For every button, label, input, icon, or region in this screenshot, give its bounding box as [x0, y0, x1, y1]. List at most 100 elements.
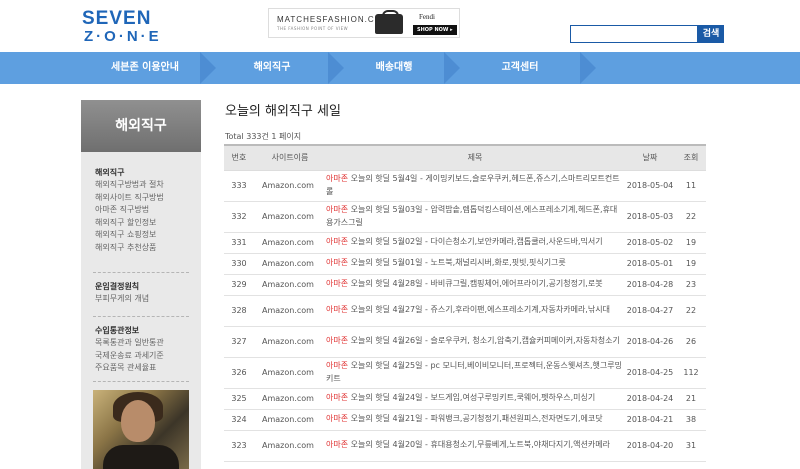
row-subject-link[interactable]: 아마존 오늘의 핫딜 4월28일 - 바비큐그릴,캠핑체어,에어프라이기,공기청…: [326, 274, 624, 296]
row-title: 오늘의 핫딜 5월03일 - 압력밥솥,렙톱덕킹스테이션,에스프레소기계,헤드폰…: [326, 205, 618, 227]
sidebar-item[interactable]: 주요품목 관세율표: [95, 362, 190, 375]
row-subject-link[interactable]: 아마존 오늘의 핫딜 4월26일 - 슬로우쿠커, 청소기,압축기,캡슐커피메이…: [326, 326, 624, 358]
sidebar-item[interactable]: 해외직구 쇼핑정보: [95, 229, 190, 242]
row-date: 2018-04-25: [624, 357, 676, 389]
main-nav: 세븐존 이용안내 해외직구 배송대행 고객센터: [0, 52, 800, 84]
row-shop-name: 아마존: [326, 393, 349, 403]
row-shop-name: 아마존: [326, 279, 349, 289]
row-date: 2018-04-27: [624, 295, 676, 327]
row-subject-link[interactable]: 아마존 오늘의 핫딜 4월20일 - 휴대용청소기,무릎베게,노트북,야채다지기…: [326, 430, 624, 462]
row-title: 오늘의 핫딜 4월25일 - pc 모니터,베이비모니터,프로젝터,운동스웻셔츠…: [326, 361, 622, 383]
row-site: Amazon.com: [254, 357, 326, 389]
table-row[interactable]: 326 Amazon.com 아마존 오늘의 핫딜 4월25일 - pc 모니터,베…: [224, 357, 706, 389]
row-views: 23: [676, 274, 706, 296]
sidebar-heading[interactable]: 해외직구: [95, 166, 190, 179]
row-number: 328: [224, 295, 254, 327]
table-row[interactable]: 328 Amazon.com 아마존 오늘의 핫딜 4월27일 - 쥬스기,후라이팬…: [224, 295, 706, 327]
row-number: 327: [224, 326, 254, 358]
table-row[interactable]: 331 Amazon.com 아마존 오늘의 핫딜 5월02일 - 다이슨청소기,보…: [224, 232, 706, 254]
sidebar-ad-image[interactable]: [93, 390, 189, 469]
row-date: 2018-04-28: [624, 274, 676, 296]
sidebar-item[interactable]: 국제운송료 과세기준: [95, 350, 190, 363]
logo-top-text: SEVEN: [82, 8, 152, 29]
sidebar-item[interactable]: 해외직구 할인정보: [95, 217, 190, 230]
table-row[interactable]: 325 Amazon.com 아마존 오늘의 핫딜 4월24일 - 보드게임,여성구…: [224, 388, 706, 410]
sidebar-item[interactable]: 부피무게의 개념: [95, 293, 190, 306]
row-site: Amazon.com: [254, 430, 326, 462]
row-subject-link[interactable]: 아마존 오늘의 핫딜 4월21일 - 파워뱅크,공기청정기,패션원피스,전자면도…: [326, 409, 624, 431]
sidebar-item[interactable]: 해외사이트 직구방법: [95, 192, 190, 205]
row-subject-link[interactable]: 아마존 오늘의 핫딜 4월25일 - pc 모니터,베이비모니터,프로젝터,운동…: [326, 357, 624, 389]
row-number: 323: [224, 430, 254, 462]
row-shop-name: 아마존: [326, 440, 349, 450]
table-row[interactable]: 329 Amazon.com 아마존 오늘의 핫딜 4월28일 - 바비큐그릴,캠핑…: [224, 274, 706, 296]
nav-item-shipping[interactable]: 배송대행: [344, 52, 444, 84]
row-subject-link[interactable]: 아마존 오늘의 핫딜 5월03일 - 압력밥솥,렙톱덕킹스테이션,에스프레소기계…: [326, 201, 624, 233]
nav-separator: [200, 52, 216, 84]
table-row[interactable]: 327 Amazon.com 아마존 오늘의 핫딜 4월26일 - 슬로우쿠커, 청…: [224, 326, 706, 358]
row-shop-name: 아마존: [326, 305, 349, 315]
sidebar-item[interactable]: 목록통관과 일반통관: [95, 337, 190, 350]
sidebar-group-customs: 수입통관정보 목록통관과 일반통관 국제운송료 과세기준 주요품목 관세율표: [95, 324, 190, 375]
row-date: 2018-05-01: [624, 253, 676, 275]
banner-brand: MATCHESFASHION.COM: [277, 15, 390, 24]
nav-item-support[interactable]: 고객센터: [460, 52, 580, 84]
sidebar-divider: [93, 381, 189, 382]
row-subject-link[interactable]: 아마존 오늘의 핫딜 4월27일 - 쥬스기,후라이팬,에스프레소기계,자동차카…: [326, 295, 624, 327]
column-header-number: 번호: [224, 144, 254, 171]
sidebar-heading[interactable]: 수입통관정보: [95, 324, 190, 337]
sidebar-item[interactable]: 아마존 직구방법: [95, 204, 190, 217]
row-site: Amazon.com: [254, 170, 326, 202]
row-title: 오늘의 핫딜 4월24일 - 보드게임,여성구루밍키트,쿡웨어,펫하우스,미싱기: [348, 393, 596, 403]
row-date: 2018-04-26: [624, 326, 676, 358]
row-subject-link[interactable]: 아마존 오늘의 핫딜 4월24일 - 보드게임,여성구루밍키트,쿡웨어,펫하우스…: [326, 388, 624, 410]
table-row[interactable]: 332 Amazon.com 아마존 오늘의 핫딜 5월03일 - 압력밥솥,렙톱덕…: [224, 201, 706, 233]
row-subject-link[interactable]: 아마존 오늘의 핫딜 5월4일 - 게이밍키보드,슬로우쿠커,헤드폰,쥬스기,스…: [326, 170, 624, 202]
row-number: 325: [224, 388, 254, 410]
row-subject-link[interactable]: 아마존 오늘의 핫딜 5월02일 - 다이슨청소기,보안카메라,캡톱쿨러,사운드…: [326, 232, 624, 254]
row-site: Amazon.com: [254, 295, 326, 327]
search-input[interactable]: [570, 25, 698, 43]
row-views: 112: [676, 357, 706, 389]
row-date: 2018-05-03: [624, 201, 676, 233]
row-number: 326: [224, 357, 254, 389]
sidebar-title: 해외직구: [81, 100, 201, 152]
row-title: 오늘의 핫딜 5월02일 - 다이슨청소기,보안카메라,캡톱쿨러,사운드바,믹서…: [348, 237, 603, 247]
row-views: 11: [676, 170, 706, 202]
sidebar-group-freight: 운임결정원칙 부피무게의 개념: [95, 280, 190, 306]
page-title: 오늘의 해외직구 세일: [225, 104, 341, 119]
nav-separator: [328, 52, 344, 84]
table-row[interactable]: 330 Amazon.com 아마존 오늘의 핫딜 5월01일 - 노트북,채널리시…: [224, 253, 706, 275]
banner-shop-now-button[interactable]: SHOP NOW ▸: [413, 25, 457, 35]
row-views: 31: [676, 430, 706, 462]
table-row[interactable]: 333 Amazon.com 아마존 오늘의 핫딜 5월4일 - 게이밍키보드,슬로…: [224, 170, 706, 202]
row-number: 331: [224, 232, 254, 254]
row-shop-name: 아마존: [326, 237, 349, 247]
row-views: 38: [676, 409, 706, 431]
row-site: Amazon.com: [254, 326, 326, 358]
row-subject-link[interactable]: 아마존 오늘의 핫딜 5월01일 - 노트북,채널리시버,화로,핏빗,핏식기그릇: [326, 253, 624, 275]
table-row[interactable]: 323 Amazon.com 아마존 오늘의 핫딜 4월20일 - 휴대용청소기,무…: [224, 430, 706, 462]
search-button[interactable]: 검색: [698, 25, 724, 43]
deals-table: 번호 사이트이름 제목 날짜 조회 333 Amazon.com 아마존 오늘의 핫…: [224, 144, 706, 462]
sidebar-heading[interactable]: 운임결정원칙: [95, 280, 190, 293]
sidebar-item[interactable]: 해외직구방법과 절차: [95, 179, 190, 192]
table-header-row: 번호 사이트이름 제목 날짜 조회: [224, 144, 706, 171]
row-site: Amazon.com: [254, 388, 326, 410]
logo-bottom-text: Z·O·N·E: [84, 28, 162, 45]
row-number: 324: [224, 409, 254, 431]
site-logo[interactable]: SEVEN Z·O·N·E: [82, 9, 172, 45]
ad-banner[interactable]: MATCHESFASHION.COM THE FASHION POINT OF …: [268, 8, 460, 38]
row-title: 오늘의 핫딜 5월01일 - 노트북,채널리시버,화로,핏빗,핏식기그릇: [348, 258, 566, 268]
sidebar-item[interactable]: 해외직구 추천상품: [95, 242, 190, 255]
table-row[interactable]: 324 Amazon.com 아마존 오늘의 핫딜 4월21일 - 파워뱅크,공기청…: [224, 409, 706, 431]
column-header-subject: 제목: [326, 144, 624, 171]
nav-item-overseas[interactable]: 해외직구: [216, 52, 328, 84]
row-site: Amazon.com: [254, 274, 326, 296]
nav-item-guide[interactable]: 세븐존 이용안내: [90, 52, 200, 84]
row-date: 2018-05-02: [624, 232, 676, 254]
column-header-date: 날짜: [624, 144, 676, 171]
row-number: 332: [224, 201, 254, 233]
row-views: 19: [676, 232, 706, 254]
total-count: Total 333건 1 페이지: [225, 132, 302, 141]
